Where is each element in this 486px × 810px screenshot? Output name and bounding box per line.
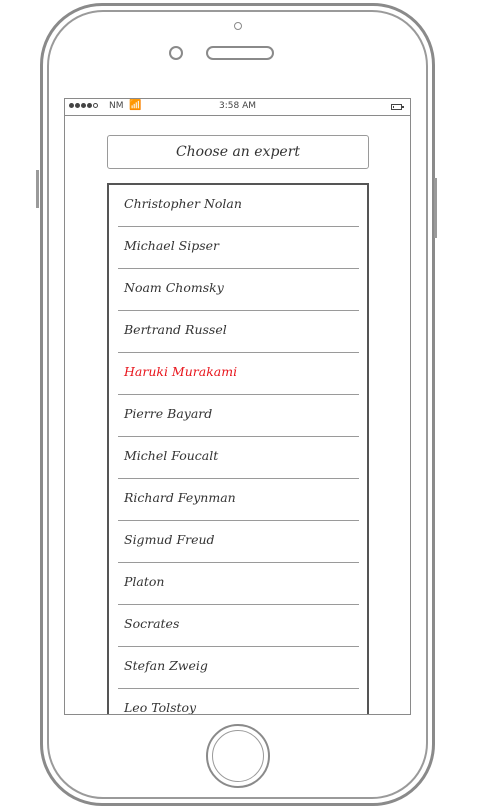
expert-name: Sigmud Freud [124,532,215,547]
expert-name: Michael Sipser [124,238,220,253]
expert-name: Bertrand Russel [124,322,227,337]
choose-expert-button[interactable]: Choose an expert [107,135,369,169]
expert-name: Leo Tolstoy [124,700,197,715]
power-button [434,178,437,238]
list-item[interactable]: Michel Foucalt [118,437,359,479]
list-item[interactable]: Socrates [118,605,359,647]
volume-button [36,170,39,208]
list-item[interactable]: Bertrand Russel [118,311,359,353]
list-item[interactable]: Sigmud Freud [118,521,359,563]
battery-icon [391,104,404,110]
expert-name: Noam Chomsky [124,280,224,295]
status-time: 3:58 AM [219,101,256,111]
status-bar: NM 📶 3:58 AM [65,99,410,116]
list-item[interactable]: Platon [118,563,359,605]
list-item[interactable]: Leo Tolstoy [118,689,359,715]
phone-mockup: NM 📶 3:58 AM Choose an expert Christophe… [0,0,486,810]
expert-name: Haruki Murakami [124,364,238,379]
expert-name: Christopher Nolan [124,196,242,211]
speaker-grille [206,46,274,60]
front-camera-icon [234,22,242,30]
list-item[interactable]: Haruki Murakami [118,353,359,395]
list-item[interactable]: Christopher Nolan [118,185,359,227]
expert-name: Pierre Bayard [124,406,213,421]
list-item[interactable]: Michael Sipser [118,227,359,269]
expert-name: Socrates [124,616,180,631]
expert-list[interactable]: Christopher Nolan Michael Sipser Noam Chom… [107,183,369,715]
phone-screen: NM 📶 3:58 AM Choose an expert Christophe… [64,98,411,715]
choose-expert-label: Choose an expert [175,144,301,160]
expert-name: Stefan Zweig [124,658,208,673]
list-item[interactable]: Stefan Zweig [118,647,359,689]
list-item[interactable]: Noam Chomsky [118,269,359,311]
sensor-icon [169,46,183,60]
list-item[interactable]: Richard Feynman [118,479,359,521]
list-item[interactable]: Pierre Bayard [118,395,359,437]
expert-name: Richard Feynman [124,490,236,505]
expert-name: Platon [124,574,165,589]
expert-name: Michel Foucalt [124,448,219,463]
home-button[interactable] [206,724,270,788]
